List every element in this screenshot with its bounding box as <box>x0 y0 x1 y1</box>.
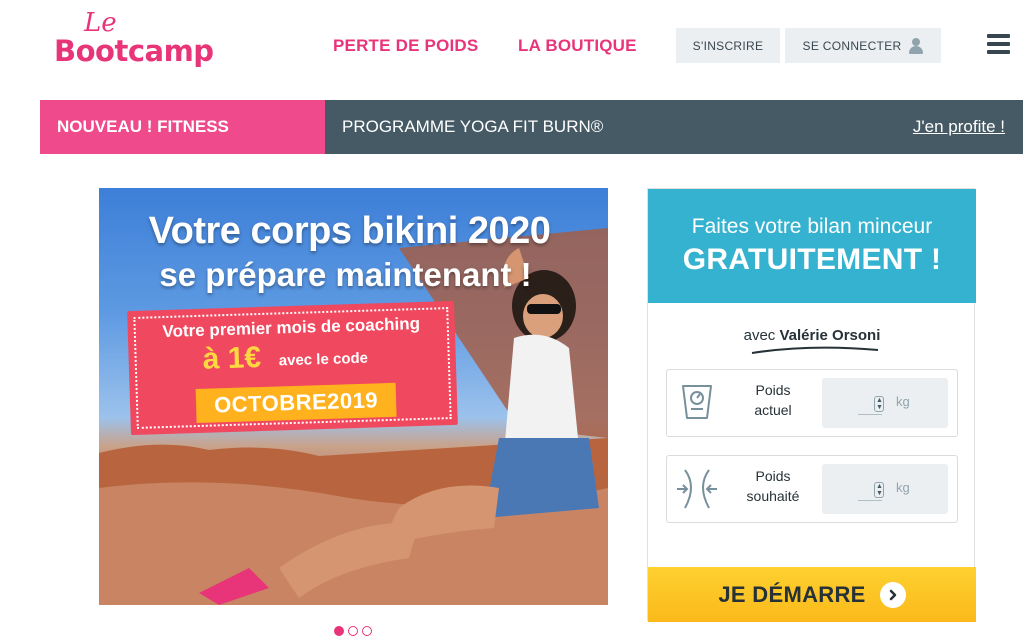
start-label: JE DÉMARRE <box>718 581 866 607</box>
start-button[interactable]: JE DÉMARRE <box>648 567 976 622</box>
form-header: Faites votre bilan minceur GRATUITEMENT … <box>648 189 976 303</box>
weight-stepper[interactable]: ▲ ▼ <box>858 481 884 501</box>
carousel-dot[interactable] <box>362 626 372 636</box>
form-subtitle: GRATUITEMENT ! <box>682 243 942 276</box>
form-title: Faites votre bilan minceur <box>691 215 933 238</box>
promo-price: à 1€ <box>202 340 262 376</box>
nav-perte-de-poids[interactable]: PERTE DE POIDS <box>333 36 478 56</box>
signup-label: S'INSCRIRE <box>692 38 764 53</box>
waist-icon <box>677 469 717 509</box>
promo-code: OCTOBRE2019 <box>195 382 397 424</box>
target-weight-field: Poids souhaité ▲ ▼ kg <box>666 455 958 523</box>
chevron-right-icon <box>879 581 906 608</box>
label-line: actuel <box>754 402 792 418</box>
hero-carousel-slide[interactable]: Votre corps bikini 2020 se prépare maint… <box>99 188 608 605</box>
banner-program: PROGRAMME YOGA FIT BURN® <box>342 117 604 136</box>
promo-text: Votre premier mois de coaching <box>162 313 421 342</box>
coach-prefix: avec <box>743 327 776 344</box>
current-weight-field: Poids actuel ▲ ▼ kg <box>666 369 958 437</box>
scale-icon <box>682 385 712 419</box>
carousel-dot[interactable] <box>348 626 358 636</box>
unit-label: kg <box>896 394 910 409</box>
hero-headline-2: se prépare maintenant ! <box>159 256 532 293</box>
current-weight-input[interactable]: ▲ ▼ kg <box>822 378 948 428</box>
current-weight-label: Poids actuel <box>729 380 817 420</box>
hamburger-icon[interactable] <box>987 34 1010 54</box>
login-label: SE CONNECTER <box>802 38 902 53</box>
logo-main: Bootcamp <box>54 34 214 68</box>
label-line: Poids <box>755 382 791 398</box>
hero-headline-1: Votre corps bikini 2020 <box>148 210 551 252</box>
logo[interactable]: Le Bootcamp <box>54 8 214 78</box>
unit-label: kg <box>896 480 910 495</box>
signup-button[interactable]: S'INSCRIRE <box>676 28 780 63</box>
label-line: souhaité <box>746 488 800 504</box>
login-button[interactable]: SE CONNECTER <box>785 28 941 63</box>
coach-name: Valérie Orsoni <box>779 327 881 344</box>
user-icon <box>909 37 924 54</box>
weight-stepper[interactable]: ▲ ▼ <box>858 395 884 415</box>
banner-tag: NOUVEAU ! FITNESS <box>40 100 325 154</box>
swoosh-decoration <box>751 346 879 354</box>
promo-box: Votre premier mois de coaching à 1€ avec… <box>127 300 458 436</box>
carousel-dots <box>334 626 372 636</box>
nav-la-boutique[interactable]: LA BOUTIQUE <box>518 36 637 56</box>
banner-cta-link[interactable]: J'en profite ! <box>913 100 1005 154</box>
target-weight-label: Poids souhaité <box>729 466 817 506</box>
coach-credit: avec Valérie Orsoni <box>648 327 976 344</box>
promo-banner: NOUVEAU ! FITNESS PROGRAMME YOGA FIT BUR… <box>40 100 1023 154</box>
weight-loss-form: Faites votre bilan minceur GRATUITEMENT … <box>647 188 976 622</box>
carousel-dot[interactable] <box>334 626 344 636</box>
label-line: Poids <box>755 468 791 484</box>
promo-code-intro: avec le code <box>278 349 369 370</box>
target-weight-input[interactable]: ▲ ▼ kg <box>822 464 948 514</box>
